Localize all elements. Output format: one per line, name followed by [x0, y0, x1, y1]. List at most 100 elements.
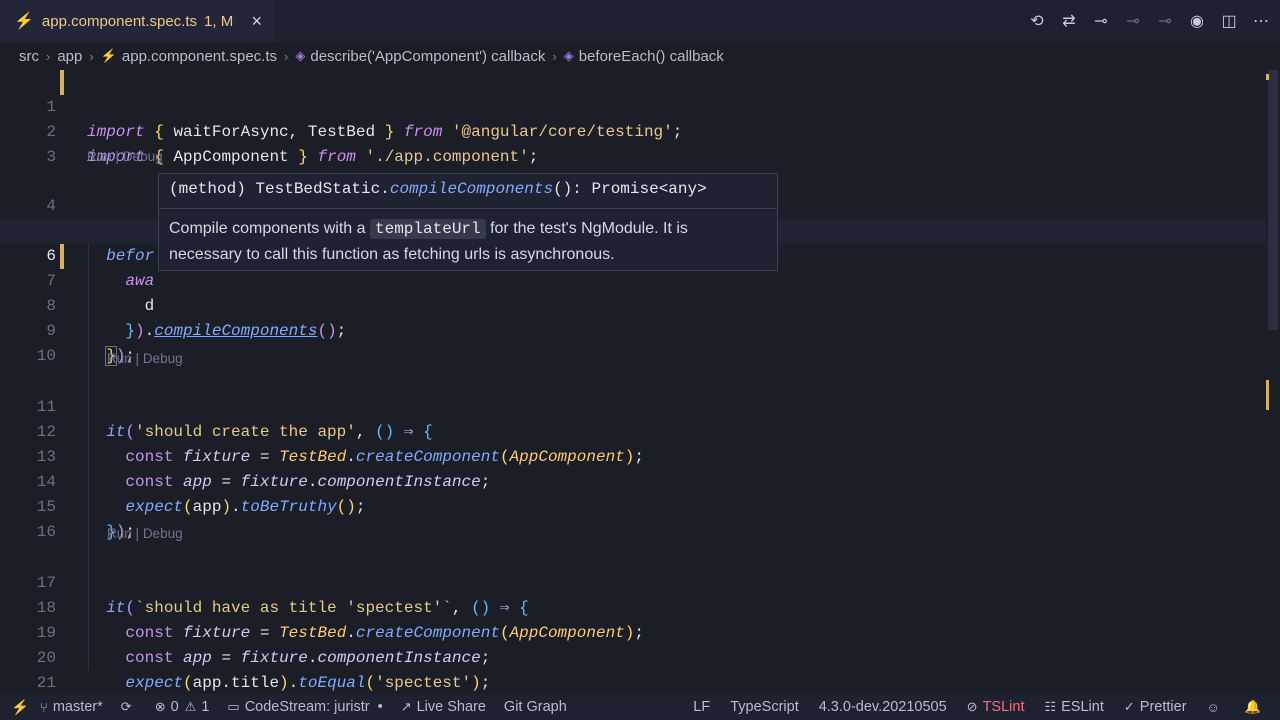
- compare-changes-icon[interactable]: ⇄: [1058, 10, 1080, 32]
- codelens-it-2: Run | Debug: [107, 526, 183, 541]
- status-codestream[interactable]: ▭ CodeStream: juristr •: [227, 699, 382, 715]
- status-tslint[interactable]: ⊘ TSLint: [967, 699, 1025, 715]
- code-line-1: 1 import { waitForAsync, TestBed } from …: [0, 70, 1266, 141]
- keyword: from: [317, 148, 356, 166]
- tab-bar: ⚡ app.component.spec.ts 1, M × ⟲ ⇄ ⊸ ⊸ ⊸…: [0, 0, 1280, 42]
- code-line-2: 2 import { AppComponent } from './app.co…: [0, 95, 1266, 166]
- sync-icon: ⟳: [120, 699, 132, 714]
- checklist-icon: ☷: [1044, 699, 1057, 714]
- person-icon: ☺: [1206, 699, 1220, 715]
- status-language[interactable]: TypeScript: [730, 699, 799, 715]
- chevron-right-icon: ›: [89, 48, 94, 64]
- status-live-share[interactable]: ↗ Live Share: [401, 699, 486, 715]
- signature-suffix: (): Promise<any>: [553, 180, 707, 198]
- breadcrumb-describe[interactable]: describe('AppComponent') callback: [310, 48, 545, 65]
- close-icon[interactable]: ×: [251, 11, 262, 32]
- codelens-separator: |: [115, 149, 120, 164]
- status-notifications[interactable]: 🔔: [1245, 699, 1266, 715]
- next-change-icon[interactable]: ⊸: [1154, 10, 1176, 32]
- chevron-right-icon: ›: [46, 48, 51, 64]
- modified-marker: [1266, 380, 1269, 410]
- git-graph-label: Git Graph: [503, 699, 567, 715]
- doc-code: templateUrl: [370, 219, 486, 239]
- more-actions-icon[interactable]: ⋯: [1250, 10, 1272, 32]
- live-share-label: Live Share: [416, 699, 486, 715]
- status-right: LF TypeScript 4.3.0-dev.20210505 ⊘ TSLin…: [673, 694, 1280, 720]
- code-line-10: 10: [0, 319, 1266, 365]
- code-line-8: 8 }).compileComponents();: [0, 269, 1266, 340]
- editor-actions: ⟲ ⇄ ⊸ ⊸ ⊸ ◉ ◫ ⋯: [1026, 10, 1272, 32]
- codelens-run[interactable]: Run: [87, 149, 112, 164]
- typescript-icon: ⚡: [100, 48, 117, 63]
- status-eslint[interactable]: ☷ ESLint: [1044, 699, 1103, 715]
- method-icon: ◈: [563, 48, 574, 63]
- status-prettier[interactable]: ✓ Prettier: [1124, 699, 1187, 715]
- scrollbar-thumb[interactable]: [1268, 70, 1278, 330]
- codelens-it-1: Run | Debug: [107, 351, 183, 366]
- chevron-right-icon: ›: [284, 48, 289, 64]
- code-line-22: 22: [0, 671, 1266, 694]
- codestream-icon: ▭: [227, 699, 240, 714]
- codelens-describe: Run | Debug: [87, 149, 163, 164]
- signature-prefix: (method) TestBedStatic.: [169, 180, 390, 198]
- breadcrumb-src[interactable]: src: [19, 48, 39, 65]
- git-modified-indicator: [60, 70, 64, 95]
- codelens-debug[interactable]: Debug: [143, 526, 183, 541]
- tab-badge: 1, M: [204, 12, 234, 30]
- check-icon: ✓: [1123, 699, 1135, 714]
- code-line-18: 18 const fixture = TestBed.createCompone…: [0, 571, 1266, 642]
- branch-label: master*: [52, 699, 103, 715]
- status-ts-version[interactable]: 4.3.0-dev.20210505: [819, 699, 947, 715]
- git-commit-icon[interactable]: ⊸: [1090, 10, 1112, 32]
- live-share-icon: ↗: [400, 699, 412, 714]
- hover-signature: (method) TestBedStatic.compileComponents…: [169, 180, 707, 198]
- ts-version-label: 4.3.0-dev.20210505: [818, 699, 947, 715]
- git-branch-icon: ⑂: [40, 699, 48, 715]
- breadcrumb-app[interactable]: app: [57, 48, 82, 65]
- line-number: 16: [36, 523, 56, 541]
- split-editor-icon[interactable]: ◫: [1218, 10, 1240, 32]
- codelens-separator: |: [135, 526, 140, 541]
- hover-documentation: Compile components with a templateUrl fo…: [169, 216, 759, 267]
- breadcrumb-file[interactable]: app.component.spec.ts: [122, 48, 277, 65]
- status-eol[interactable]: LF: [693, 699, 710, 715]
- error-icon: ⊘: [966, 699, 978, 714]
- language-label: TypeScript: [730, 699, 799, 715]
- breadcrumb-beforeeach[interactable]: beforeEach() callback: [579, 48, 724, 65]
- codelens-debug[interactable]: Debug: [123, 149, 163, 164]
- status-branch[interactable]: ⑂ master*: [40, 699, 103, 715]
- codelens-run[interactable]: Run: [107, 526, 132, 541]
- timeline-icon[interactable]: ⟲: [1026, 10, 1048, 32]
- error-count: 0: [170, 699, 179, 715]
- warning-count: 1: [201, 699, 210, 715]
- code-line-12: 12 const fixture = TestBed.createCompone…: [0, 395, 1266, 466]
- typescript-icon: ⚡: [14, 13, 34, 30]
- git-lens-icon[interactable]: ◉: [1186, 10, 1208, 32]
- modified-marker: [1266, 74, 1269, 80]
- line-number: 3: [46, 148, 56, 166]
- bell-icon: 🔔: [1244, 699, 1261, 714]
- code-line-13: 13 const app = fixture.componentInstance…: [0, 420, 1266, 491]
- line-number: 10: [36, 347, 56, 365]
- status-feedback[interactable]: ☺: [1207, 700, 1225, 715]
- prettier-label: Prettier: [1139, 699, 1187, 715]
- string: './app.component': [365, 148, 529, 166]
- tab-app-component-spec[interactable]: ⚡ app.component.spec.ts 1, M ×: [0, 0, 274, 42]
- tab-title: app.component.spec.ts: [41, 12, 198, 30]
- code-line-16: 16: [0, 495, 1266, 541]
- status-git-graph[interactable]: Git Graph: [504, 699, 567, 715]
- previous-change-icon[interactable]: ⊸: [1122, 10, 1144, 32]
- codelens-run[interactable]: Run: [107, 351, 132, 366]
- error-icon: ⊗: [154, 699, 166, 714]
- chevron-right-icon: ›: [552, 48, 557, 64]
- code-line-21: 21 });: [0, 646, 1266, 692]
- codelens-debug[interactable]: Debug: [143, 351, 183, 366]
- dot-icon: •: [377, 699, 383, 715]
- codelens-separator: |: [135, 351, 140, 366]
- status-problems[interactable]: ⊗ 0 ⚠ 1: [155, 699, 210, 715]
- code-editor[interactable]: 1 import { waitForAsync, TestBed } from …: [0, 70, 1266, 694]
- remote-icon[interactable]: ⚡: [0, 694, 40, 720]
- editor-scrollbar[interactable]: [1266, 70, 1280, 694]
- status-sync[interactable]: ⟳: [121, 699, 137, 715]
- hover-tooltip: (method) TestBedStatic.compileComponents…: [158, 173, 778, 271]
